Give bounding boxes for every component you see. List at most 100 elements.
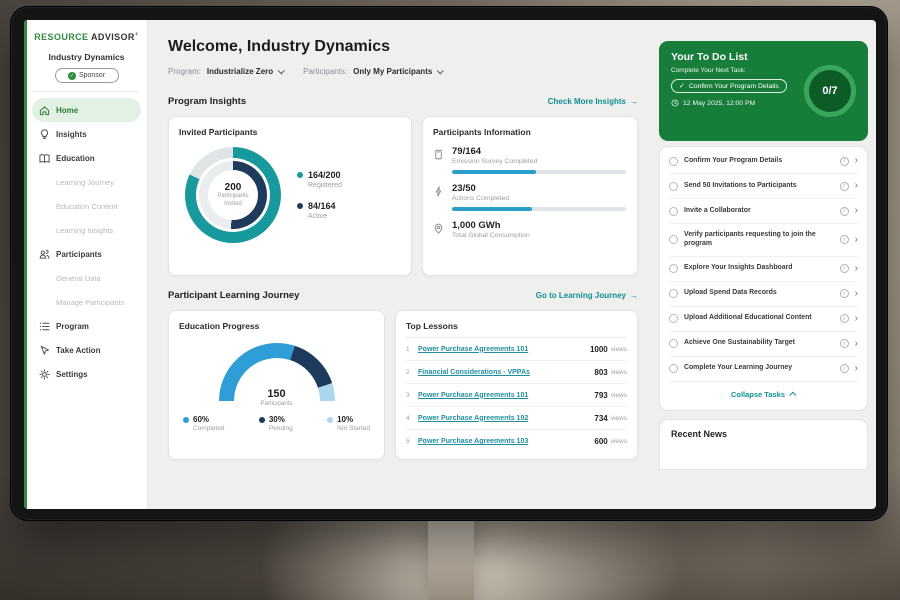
program-filter-dropdown[interactable]: Industrialize Zero — [207, 67, 283, 76]
card-title: Top Lessons — [406, 321, 627, 338]
sidebar-item-label: Settings — [56, 370, 88, 379]
sponsor-badge[interactable]: ✓ Sponsor — [55, 68, 119, 83]
sidebar-nav: Home Insights Education Learning Journey… — [32, 98, 141, 386]
lesson-row[interactable]: 1 Power Purchase Agreements 101 1000 vie… — [406, 338, 627, 361]
task-checkbox[interactable] — [669, 264, 678, 273]
lesson-row[interactable]: 4 Power Purchase Agreements 102 734 view… — [406, 407, 627, 430]
go-to-learning-journey-link[interactable]: Go to Learning Journey → — [536, 291, 638, 300]
chevron-right-icon[interactable]: › — [855, 289, 858, 299]
insights-cards-row: Invited Participants 200 Participants In… — [168, 116, 638, 276]
task-row[interactable]: Confirm Your Program Details i › — [669, 149, 858, 174]
sidebar-item-general-data[interactable]: General Data — [32, 266, 141, 290]
task-row[interactable]: Send 50 Invitations to Participants i › — [669, 174, 858, 199]
lesson-row[interactable]: 2 Financial Considerations - VPPAs 803 v… — [406, 361, 627, 384]
due-text: 12 May 2025, 12:00 PM — [683, 100, 755, 107]
collapse-tasks-button[interactable]: Collapse Tasks — [669, 382, 858, 408]
task-row[interactable]: Achieve One Sustainability Target i › — [669, 332, 858, 357]
lesson-views-unit: views — [611, 369, 627, 376]
sidebar-item-education-content[interactable]: Education Content — [32, 194, 141, 218]
logo-text-primary: RESOURCE — [34, 32, 88, 42]
sidebar-item-insights[interactable]: Insights — [32, 122, 141, 146]
info-icon[interactable]: i — [840, 264, 849, 273]
check-more-insights-link[interactable]: Check More Insights → — [548, 97, 638, 106]
task-checkbox[interactable] — [669, 364, 678, 373]
sidebar-item-learning-journey[interactable]: Learning Journey — [32, 170, 141, 194]
sidebar-item-manage-participants[interactable]: Manage Participants — [32, 290, 141, 314]
info-icon[interactable]: i — [840, 207, 849, 216]
collapse-label: Collapse Tasks — [731, 390, 785, 399]
lesson-link[interactable]: Financial Considerations - VPPAs — [418, 369, 594, 376]
lesson-link[interactable]: Power Purchase Agreements 103 — [418, 438, 594, 445]
lesson-rank: 4 — [406, 415, 418, 422]
task-row[interactable]: Explore Your Insights Dashboard i › — [669, 257, 858, 282]
donut-center-label: 200 Participants Invited — [185, 147, 281, 243]
sidebar-item-settings[interactable]: Settings — [32, 362, 141, 386]
chevron-right-icon[interactable]: › — [855, 264, 858, 274]
info-icon[interactable]: i — [840, 364, 849, 373]
task-row[interactable]: Upload Additional Educational Content i … — [669, 307, 858, 332]
chevron-right-icon[interactable]: › — [855, 339, 858, 349]
lesson-rank: 3 — [406, 392, 418, 399]
main-content: Welcome, Industry Dynamics Program: Indu… — [148, 20, 650, 509]
sidebar-item-label: Take Action — [56, 346, 100, 355]
lesson-link[interactable]: Power Purchase Agreements 102 — [418, 415, 594, 422]
sidebar-item-program[interactable]: Program — [32, 314, 141, 338]
logo-text-secondary: ADVISOR — [91, 32, 135, 42]
lesson-rank: 1 — [406, 346, 418, 353]
sidebar-item-home[interactable]: Home — [32, 98, 141, 122]
task-checkbox[interactable] — [669, 235, 678, 244]
task-row[interactable]: Upload Spend Data Records i › — [669, 282, 858, 307]
lesson-views: 793 — [594, 391, 607, 400]
task-checkbox[interactable] — [669, 289, 678, 298]
task-row[interactable]: Verify participants requesting to join t… — [669, 224, 858, 257]
task-checkbox[interactable] — [669, 314, 678, 323]
legend-label: Registered — [308, 182, 342, 189]
program-insights-header: Program Insights Check More Insights → — [168, 96, 638, 107]
chevron-right-icon[interactable]: › — [855, 364, 858, 374]
task-row[interactable]: Invite a Collaborator i › — [669, 199, 858, 224]
chevron-right-icon[interactable]: › — [855, 181, 858, 191]
actions-progress-bar — [452, 207, 626, 211]
gauge-center-label: 150 Participants — [219, 388, 335, 407]
chevron-right-icon[interactable]: › — [855, 206, 858, 216]
todo-panel: Your To Do List Complete Your Next Task:… — [650, 20, 876, 509]
task-checkbox[interactable] — [669, 182, 678, 191]
lesson-views: 1000 — [590, 345, 608, 354]
next-task-pill[interactable]: ✓ Confirm Your Program Details — [671, 79, 787, 93]
lesson-row[interactable]: 3 Power Purchase Agreements 101 793 view… — [406, 384, 627, 407]
sidebar-item-take-action[interactable]: Take Action — [32, 338, 141, 362]
info-icon[interactable]: i — [840, 235, 849, 244]
chevron-right-icon[interactable]: › — [855, 156, 858, 166]
task-checkbox[interactable] — [669, 157, 678, 166]
sidebar-item-participants[interactable]: Participants — [32, 242, 141, 266]
lesson-row[interactable]: 5 Power Purchase Agreements 103 600 view… — [406, 430, 627, 453]
sidebar-item-education[interactable]: Education — [32, 146, 141, 170]
lesson-link[interactable]: Power Purchase Agreements 101 — [418, 346, 590, 353]
chevron-right-icon[interactable]: › — [855, 314, 858, 324]
gauge-legend: 60% Completed 30% Pending 10% Not Starte… — [179, 415, 374, 432]
participants-filter-dropdown[interactable]: Only My Participants — [353, 67, 442, 76]
info-icon[interactable]: i — [840, 157, 849, 166]
sidebar-item-label: General Data — [56, 274, 101, 283]
learning-journey-header: Participant Learning Journey Go to Learn… — [168, 290, 638, 301]
card-title: Participants Information — [433, 127, 627, 137]
task-label: Invite a Collaborator — [684, 207, 834, 216]
sidebar-item-label: Program — [56, 322, 89, 331]
task-checkbox[interactable] — [669, 339, 678, 348]
info-icon[interactable]: i — [840, 339, 849, 348]
info-icon[interactable]: i — [840, 289, 849, 298]
chevron-right-icon[interactable]: › — [855, 235, 858, 245]
lesson-link[interactable]: Power Purchase Agreements 101 — [418, 392, 594, 399]
participants-filter-value: Only My Participants — [353, 67, 432, 76]
actions-icon — [433, 183, 445, 211]
task-checkbox[interactable] — [669, 207, 678, 216]
task-label: Upload Additional Educational Content — [684, 314, 834, 323]
sidebar-item-learning-insights[interactable]: Learning Insights — [32, 218, 141, 242]
info-icon[interactable]: i — [840, 182, 849, 191]
sidebar-item-label: Manage Participants — [56, 298, 124, 307]
info-icon[interactable]: i — [840, 314, 849, 323]
sidebar-item-label: Home — [56, 106, 78, 115]
home-icon — [39, 105, 50, 116]
todo-progress-ring: 0/7 — [804, 65, 856, 117]
task-row[interactable]: Complete Your Learning Journey i › — [669, 357, 858, 382]
